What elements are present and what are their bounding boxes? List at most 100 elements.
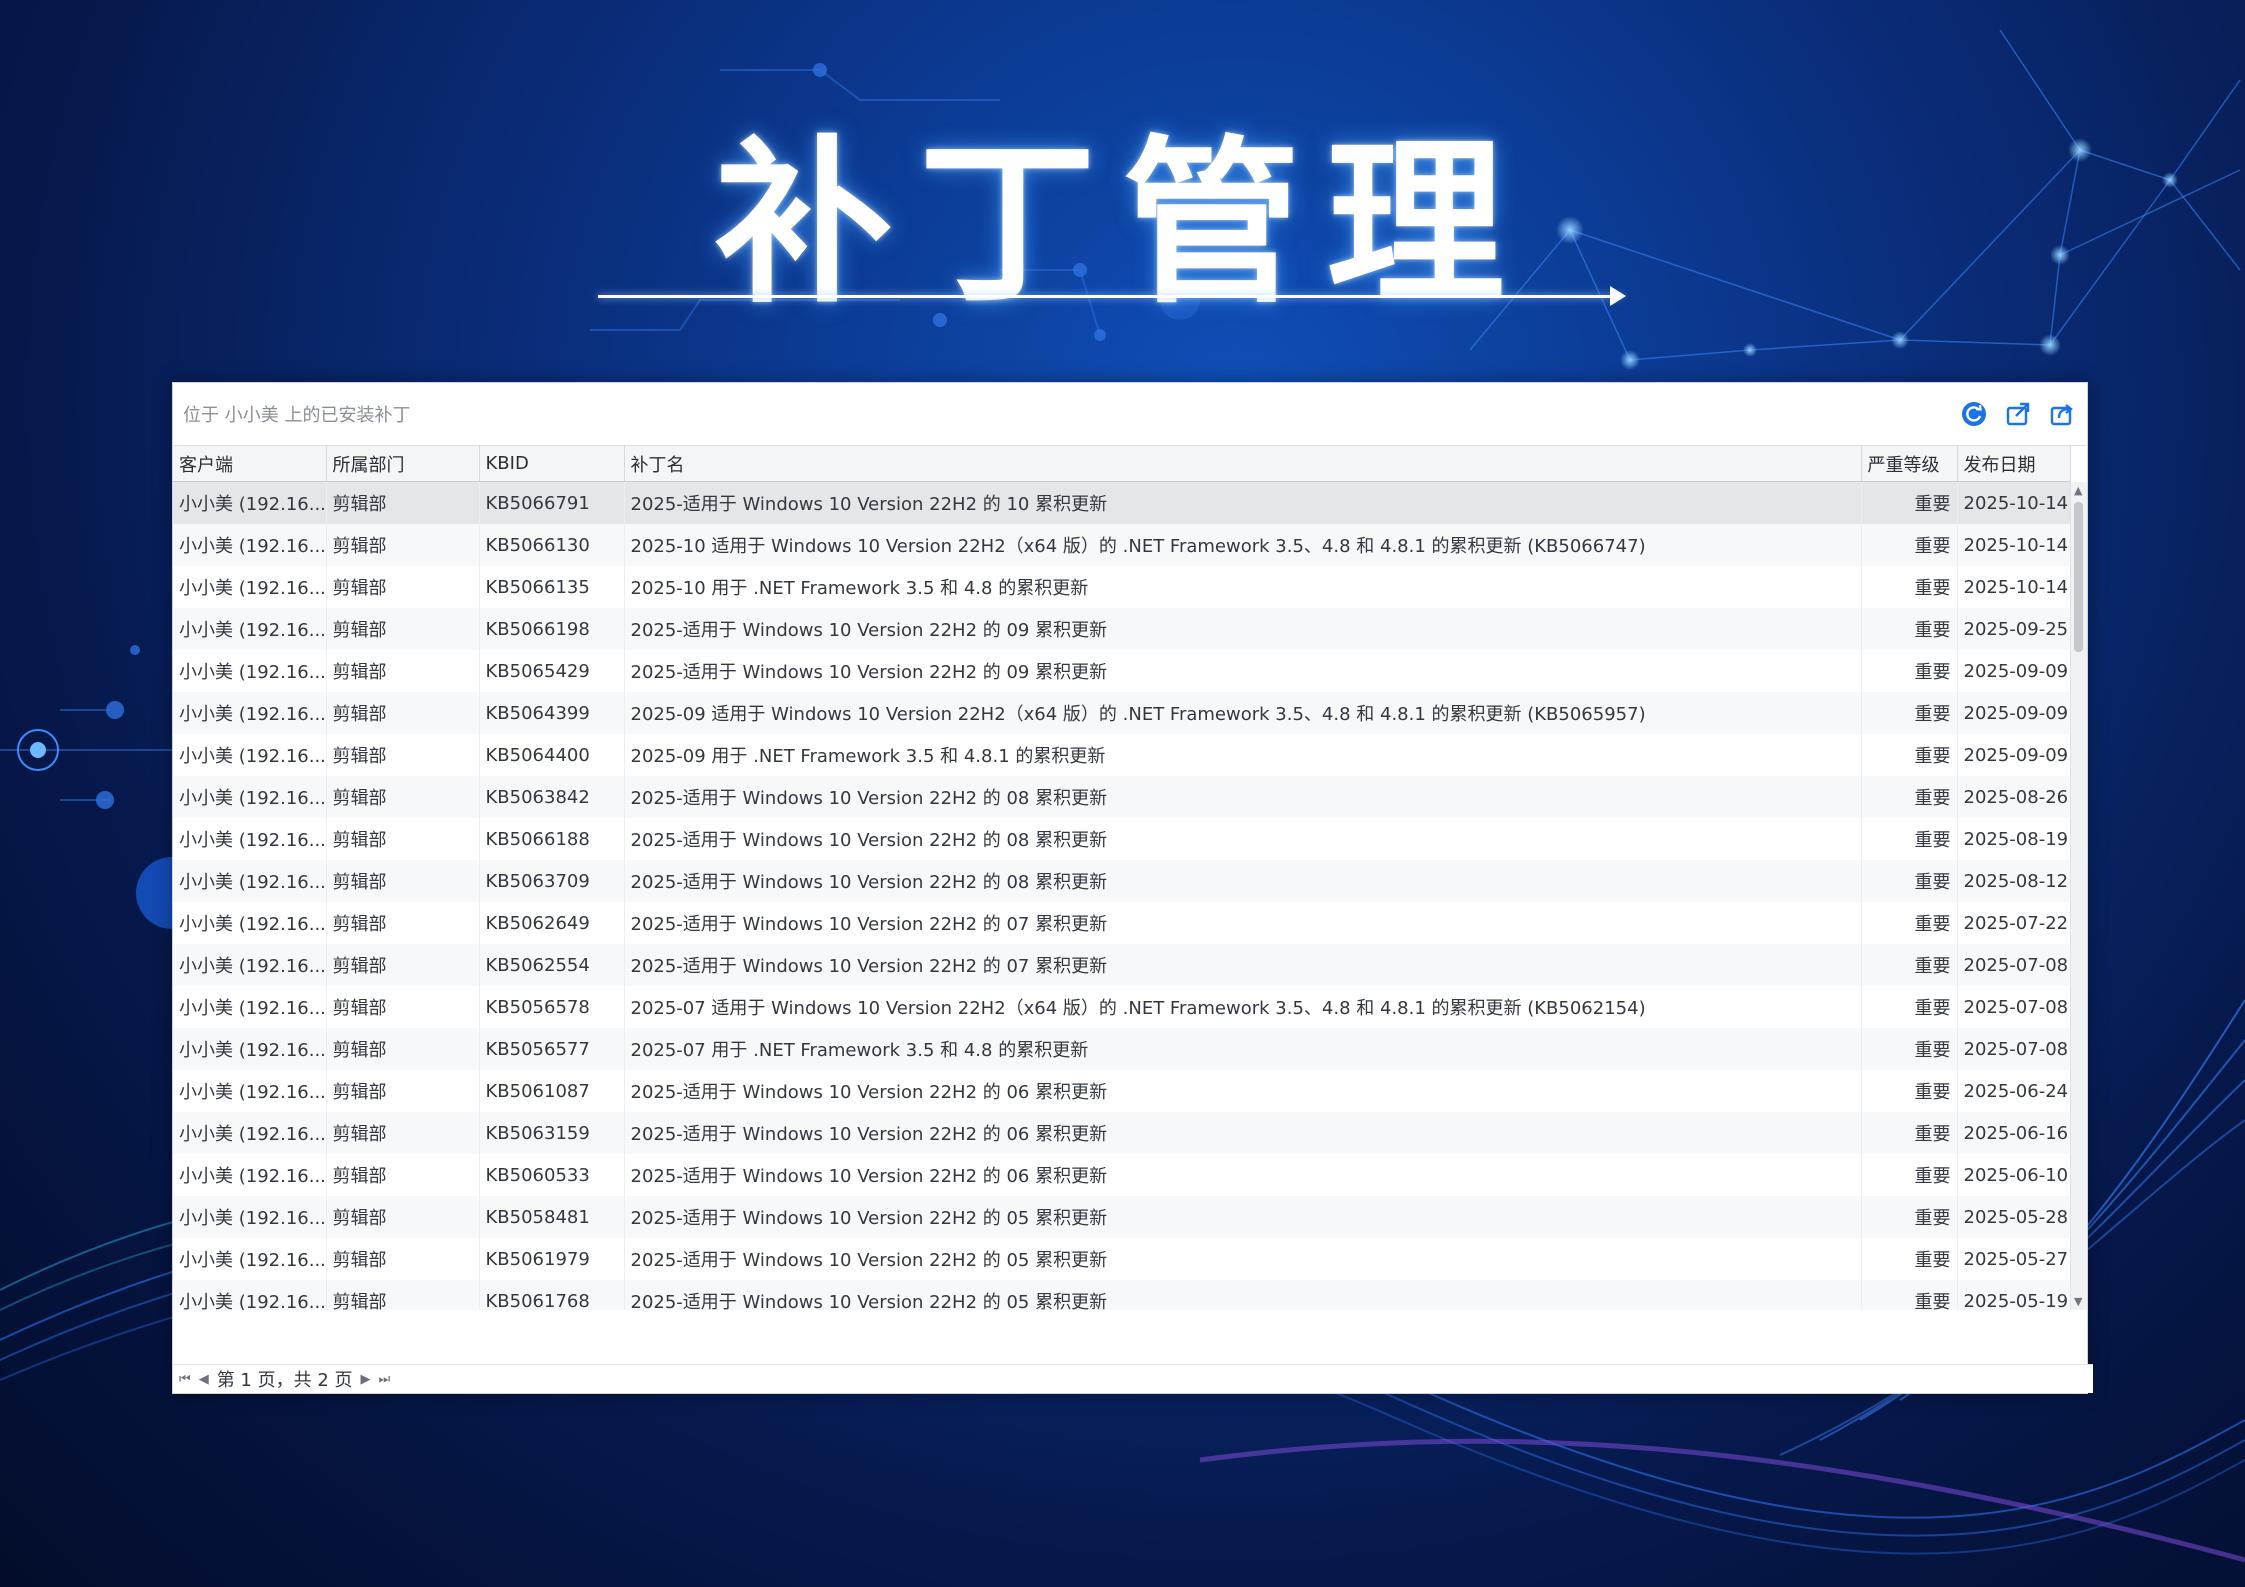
cell-client: 小小美 (192.16... xyxy=(173,608,327,650)
cell-department: 剪辑部 xyxy=(326,776,480,818)
table-row[interactable]: 小小美 (192.16... 剪辑部 KB5061087 2025-适用于 Windo… xyxy=(173,1070,2071,1112)
table-row[interactable]: 小小美 (192.16... 剪辑部 KB5062554 2025-适用于 Windo… xyxy=(173,944,2071,986)
table-row[interactable]: 小小美 (192.16... 剪辑部 KB5062649 2025-适用于 Windo… xyxy=(173,902,2071,944)
cell-patch-name: 2025-适用于 Windows 10 Version 22H2 的 08 累积… xyxy=(624,860,1862,902)
table-row[interactable]: 小小美 (192.16... 剪辑部 KB5061979 2025-适用于 Windo… xyxy=(173,1238,2071,1280)
cell-release-date: 2025-10-14 xyxy=(1957,566,2071,608)
cell-client: 小小美 (192.16... xyxy=(173,692,327,734)
cell-release-date: 2025-09-09 xyxy=(1957,650,2071,692)
cell-patch-name: 2025-适用于 Windows 10 Version 22H2 的 06 累积… xyxy=(624,1154,1862,1196)
column-header-patch-name[interactable]: 补丁名 xyxy=(624,446,1862,482)
cell-client: 小小美 (192.16... xyxy=(173,650,327,692)
cell-department: 剪辑部 xyxy=(326,650,480,692)
cell-client: 小小美 (192.16... xyxy=(173,524,327,566)
cell-department: 剪辑部 xyxy=(326,1028,480,1070)
table-row[interactable]: 小小美 (192.16... 剪辑部 KB5064399 2025-09 适用于 Wi… xyxy=(173,692,2071,734)
cell-client: 小小美 (192.16... xyxy=(173,986,327,1028)
export-icon[interactable] xyxy=(2003,399,2033,429)
scroll-thumb[interactable] xyxy=(2074,502,2083,652)
table-row[interactable]: 小小美 (192.16... 剪辑部 KB5066135 2025-10 用于 .NE… xyxy=(173,566,2071,608)
cell-severity: 重要 xyxy=(1861,692,1958,734)
table-row[interactable]: 小小美 (192.16... 剪辑部 KB5063709 2025-适用于 Windo… xyxy=(173,860,2071,902)
scroll-up-icon[interactable]: ▲ xyxy=(2074,484,2082,497)
cell-kbid: KB5064399 xyxy=(479,692,625,734)
table-row[interactable]: 小小美 (192.16... 剪辑部 KB5058481 2025-适用于 Windo… xyxy=(173,1196,2071,1238)
cell-severity: 重要 xyxy=(1861,566,1958,608)
cell-severity: 重要 xyxy=(1861,1070,1958,1112)
table-row[interactable]: 小小美 (192.16... 剪辑部 KB5061768 2025-适用于 Windo… xyxy=(173,1280,2071,1310)
column-header-severity[interactable]: 严重等级 xyxy=(1861,446,1958,482)
cell-release-date: 2025-09-09 xyxy=(1957,692,2071,734)
table-row[interactable]: 小小美 (192.16... 剪辑部 KB5066130 2025-10 适用于 Wi… xyxy=(173,524,2071,566)
cell-patch-name: 2025-适用于 Windows 10 Version 22H2 的 06 累积… xyxy=(624,1070,1862,1112)
cell-patch-name: 2025-适用于 Windows 10 Version 22H2 的 06 累积… xyxy=(624,1112,1862,1154)
vertical-scrollbar[interactable]: ▲ ▼ xyxy=(2070,482,2087,1310)
cell-client: 小小美 (192.16... xyxy=(173,1112,327,1154)
cell-severity: 重要 xyxy=(1861,1196,1958,1238)
cell-patch-name: 2025-适用于 Windows 10 Version 22H2 的 05 累积… xyxy=(624,1238,1862,1280)
table-row[interactable]: 小小美 (192.16... 剪辑部 KB5065429 2025-适用于 Windo… xyxy=(173,650,2071,692)
cell-kbid: KB5063159 xyxy=(479,1112,625,1154)
cell-patch-name: 2025-07 适用于 Windows 10 Version 22H2（x64 … xyxy=(624,986,1862,1028)
cell-kbid: KB5066791 xyxy=(479,481,625,524)
cell-severity: 重要 xyxy=(1861,944,1958,986)
cell-kbid: KB5058481 xyxy=(479,1196,625,1238)
cell-department: 剪辑部 xyxy=(326,734,480,776)
cell-release-date: 2025-07-08 xyxy=(1957,1028,2071,1070)
next-page-icon[interactable]: ▶ xyxy=(361,1372,371,1387)
cell-patch-name: 2025-适用于 Windows 10 Version 22H2 的 05 累积… xyxy=(624,1280,1862,1310)
table-row[interactable]: 小小美 (192.16... 剪辑部 KB5056577 2025-07 用于 .NE… xyxy=(173,1028,2071,1070)
cell-client: 小小美 (192.16... xyxy=(173,860,327,902)
cell-release-date: 2025-05-19 xyxy=(1957,1280,2071,1310)
table-row[interactable]: 小小美 (192.16... 剪辑部 KB5056578 2025-07 适用于 Wi… xyxy=(173,986,2071,1028)
column-header-release-date[interactable]: 发布日期 xyxy=(1957,446,2071,482)
prev-page-icon[interactable]: ◀ xyxy=(199,1372,209,1387)
cell-severity: 重要 xyxy=(1861,524,1958,566)
cell-patch-name: 2025-适用于 Windows 10 Version 22H2 的 07 累积… xyxy=(624,944,1862,986)
patch-panel: 位于 小小美 上的已安装补丁 客户端 所属部门 KBID 补丁名 严重等级 发布… xyxy=(172,382,2093,1394)
column-header-client[interactable]: 客户端 xyxy=(173,446,327,482)
cell-patch-name: 2025-适用于 Windows 10 Version 22H2 的 09 累积… xyxy=(624,650,1862,692)
cell-department: 剪辑部 xyxy=(326,1154,480,1196)
table-row[interactable]: 小小美 (192.16... 剪辑部 KB5066188 2025-适用于 Windo… xyxy=(173,818,2071,860)
first-page-icon[interactable]: ⏮ xyxy=(179,1372,191,1387)
cell-release-date: 2025-07-22 xyxy=(1957,902,2071,944)
refresh-icon[interactable] xyxy=(1959,399,1989,429)
cell-kbid: KB5062649 xyxy=(479,902,625,944)
page-title: 补丁管理 xyxy=(714,120,1531,327)
cell-client: 小小美 (192.16... xyxy=(173,481,327,524)
cell-patch-name: 2025-09 用于 .NET Framework 3.5 和 4.8.1 的累… xyxy=(624,734,1862,776)
cell-client: 小小美 (192.16... xyxy=(173,818,327,860)
cell-department: 剪辑部 xyxy=(326,1238,480,1280)
table-row[interactable]: 小小美 (192.16... 剪辑部 KB5063159 2025-适用于 Windo… xyxy=(173,1112,2071,1154)
table-row[interactable]: 小小美 (192.16... 剪辑部 KB5066791 2025-适用于 Windo… xyxy=(173,481,2071,524)
cell-severity: 重要 xyxy=(1861,650,1958,692)
cell-severity: 重要 xyxy=(1861,608,1958,650)
share-icon[interactable] xyxy=(2047,399,2077,429)
cell-release-date: 2025-06-16 xyxy=(1957,1112,2071,1154)
cell-department: 剪辑部 xyxy=(326,986,480,1028)
table-row[interactable]: 小小美 (192.16... 剪辑部 KB5060533 2025-适用于 Windo… xyxy=(173,1154,2071,1196)
cell-client: 小小美 (192.16... xyxy=(173,944,327,986)
cell-release-date: 2025-08-12 xyxy=(1957,860,2071,902)
title-underline xyxy=(598,295,1622,298)
last-page-icon[interactable]: ⏭ xyxy=(379,1372,391,1387)
cell-client: 小小美 (192.16... xyxy=(173,1028,327,1070)
cell-department: 剪辑部 xyxy=(326,692,480,734)
cell-client: 小小美 (192.16... xyxy=(173,1196,327,1238)
table-row[interactable]: 小小美 (192.16... 剪辑部 KB5063842 2025-适用于 Windo… xyxy=(173,776,2071,818)
cell-release-date: 2025-09-25 xyxy=(1957,608,2071,650)
cell-kbid: KB5066135 xyxy=(479,566,625,608)
table-row[interactable]: 小小美 (192.16... 剪辑部 KB5064400 2025-09 用于 .NE… xyxy=(173,734,2071,776)
scroll-down-icon[interactable]: ▼ xyxy=(2074,1295,2082,1308)
cell-severity: 重要 xyxy=(1861,776,1958,818)
table-row[interactable]: 小小美 (192.16... 剪辑部 KB5066198 2025-适用于 Windo… xyxy=(173,608,2071,650)
cell-patch-name: 2025-适用于 Windows 10 Version 22H2 的 08 累积… xyxy=(624,818,1862,860)
column-header-kbid[interactable]: KBID xyxy=(479,446,625,482)
cell-department: 剪辑部 xyxy=(326,1196,480,1238)
patch-table-wrap: 客户端 所属部门 KBID 补丁名 严重等级 发布日期 小小美 (192.16.… xyxy=(173,446,2087,1310)
cell-severity: 重要 xyxy=(1861,902,1958,944)
cell-release-date: 2025-10-14 xyxy=(1957,524,2071,566)
column-header-department[interactable]: 所属部门 xyxy=(326,446,480,482)
cell-kbid: KB5066198 xyxy=(479,608,625,650)
